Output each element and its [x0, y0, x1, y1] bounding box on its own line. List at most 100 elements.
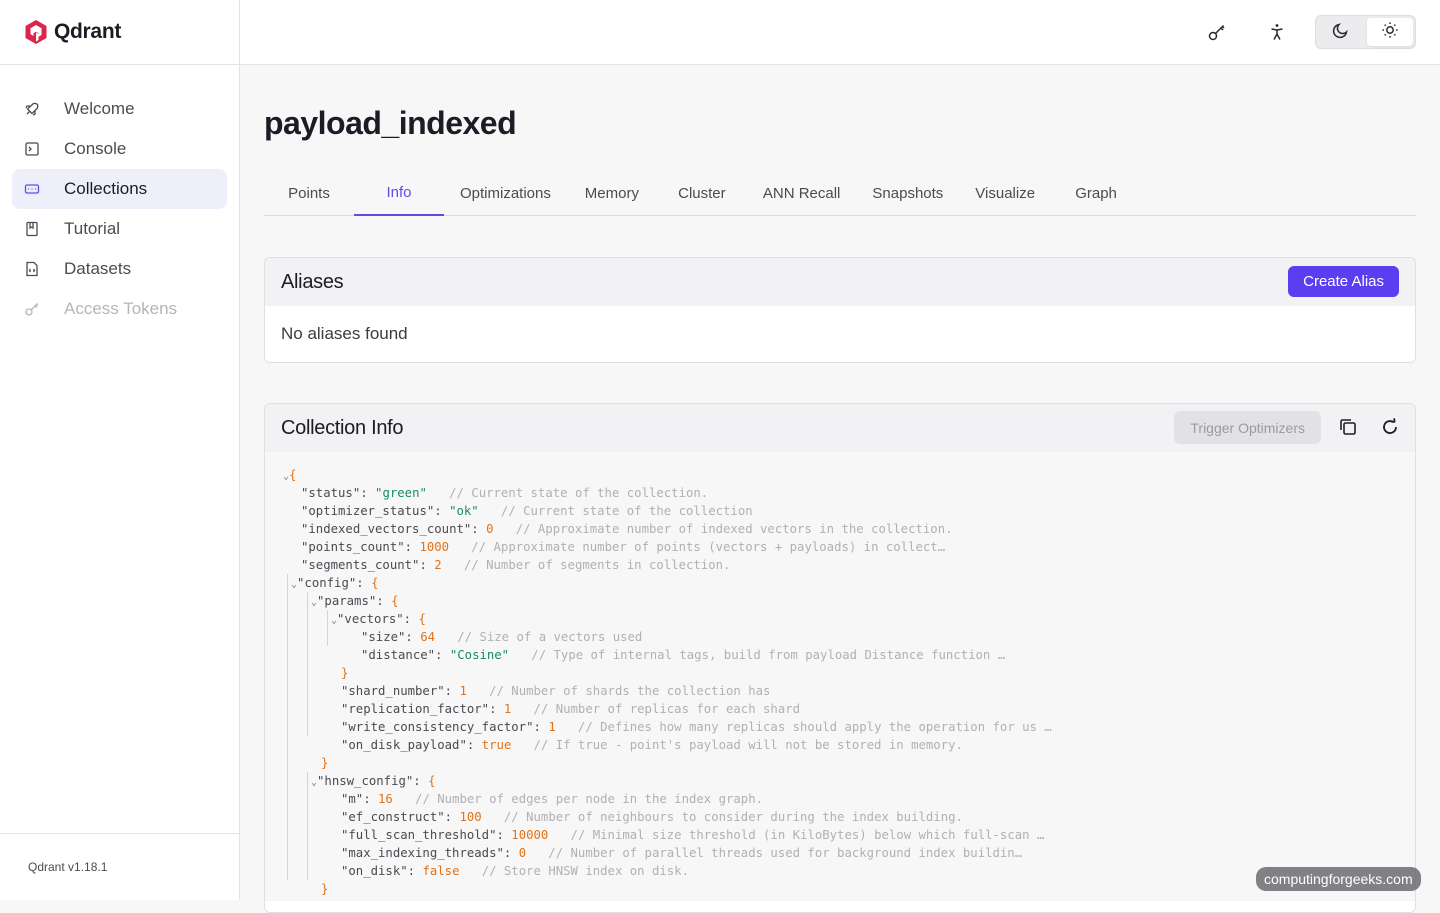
- tab-points[interactable]: Points: [264, 170, 354, 216]
- json-indent-guide: [287, 574, 288, 880]
- tab-cluster[interactable]: Cluster: [657, 170, 747, 216]
- json-token: "ok": [449, 504, 479, 518]
- json-comment: // Size of a vectors used: [435, 630, 643, 644]
- refresh-icon[interactable]: [1379, 416, 1401, 438]
- topbar: [240, 0, 1440, 65]
- json-token: {: [428, 774, 436, 788]
- json-token: "params": [317, 594, 377, 608]
- aliases-card: Aliases Create Alias No aliases found: [264, 257, 1416, 363]
- json-line: }: [283, 664, 1415, 682]
- json-line[interactable]: ⌄"params": {: [283, 592, 1415, 610]
- json-line: "status": "green" // Current state of th…: [283, 484, 1415, 502]
- json-token: :: [444, 810, 460, 824]
- key-icon[interactable]: [1205, 20, 1229, 44]
- json-token: :: [413, 774, 429, 788]
- tab-memory[interactable]: Memory: [567, 170, 657, 216]
- create-alias-button[interactable]: Create Alias: [1288, 266, 1399, 297]
- json-token: {: [418, 612, 426, 626]
- json-token: 0: [486, 522, 494, 536]
- sun-icon: [1381, 21, 1399, 44]
- json-token: :: [405, 630, 421, 644]
- json-token: 2: [434, 558, 442, 572]
- json-token: "segments_count": [301, 558, 420, 572]
- sidebar-item-welcome[interactable]: Welcome: [12, 89, 227, 129]
- json-token: "full_scan_threshold": [341, 828, 497, 842]
- dark-mode-button[interactable]: [1318, 18, 1365, 46]
- json-token: 0: [518, 846, 527, 860]
- dataset-file-icon: [24, 261, 40, 277]
- json-comment: // Current state of the collection.: [426, 486, 709, 500]
- sidebar-item-tutorial[interactable]: Tutorial: [12, 209, 227, 249]
- json-line[interactable]: ⌄"hnsw_config": {: [283, 772, 1415, 790]
- sidebar-item-access-tokens[interactable]: Access Tokens: [12, 289, 227, 329]
- json-line: "size": 64 // Size of a vectors used: [283, 628, 1415, 646]
- tab-bar: Points Info Optimizations Memory Cluster…: [264, 170, 1416, 216]
- json-token: "ef_construct": [341, 810, 445, 824]
- json-token: :: [434, 504, 450, 518]
- tab-visualize[interactable]: Visualize: [959, 170, 1051, 216]
- json-indent-guide: [327, 610, 328, 646]
- json-token: "hnsw_config": [317, 774, 414, 788]
- json-comment: // Number of segments in collection.: [441, 558, 731, 572]
- json-comment: // If true - point's payload will not be…: [511, 738, 963, 752]
- key-icon: [24, 301, 40, 317]
- json-line[interactable]: ⌄{: [283, 466, 1415, 484]
- json-token: :: [407, 864, 423, 878]
- trigger-optimizers-button[interactable]: Trigger Optimizers: [1174, 411, 1321, 444]
- sidebar: Qdrant Welcome Console Collections Tutor…: [0, 0, 240, 900]
- tab-info[interactable]: Info: [354, 170, 444, 216]
- json-line: "replication_factor": 1 // Number of rep…: [283, 700, 1415, 718]
- json-comment: // Defines how many replicas should appl…: [555, 720, 1052, 734]
- json-token: :: [356, 576, 372, 590]
- light-mode-button[interactable]: [1366, 18, 1413, 46]
- sidebar-item-label: Collections: [64, 179, 148, 198]
- json-token: "Cosine": [449, 648, 510, 662]
- json-line: "distance": "Cosine" // Type of internal…: [283, 646, 1415, 664]
- json-token: 10000: [511, 828, 549, 842]
- no-aliases-text: No aliases found: [281, 324, 408, 343]
- json-token: "vectors": [337, 612, 404, 626]
- tab-graph[interactable]: Graph: [1051, 170, 1141, 216]
- json-token: :: [360, 486, 376, 500]
- theme-toggle[interactable]: [1315, 15, 1416, 49]
- aliases-title: Aliases: [281, 270, 344, 293]
- watermark: computingforgeeks.com: [1256, 867, 1421, 891]
- json-comment: // Approximate number of points (vectors…: [449, 540, 946, 554]
- json-line: }: [283, 880, 1415, 898]
- accessibility-icon[interactable]: [1265, 20, 1289, 44]
- json-token: :: [403, 612, 419, 626]
- json-line: }: [283, 754, 1415, 772]
- tab-ann-recall[interactable]: ANN Recall: [747, 170, 857, 216]
- json-token: {: [289, 468, 297, 482]
- brand[interactable]: Qdrant: [0, 0, 239, 65]
- json-comment: // Number of replicas for each shard: [511, 702, 801, 716]
- json-line: "shard_number": 1 // Number of shards th…: [283, 682, 1415, 700]
- json-comment: // Number of neighbours to consider duri…: [481, 810, 963, 824]
- json-comment: // Number of parallel threads used for b…: [526, 846, 1023, 860]
- json-line: "m": 16 // Number of edges per node in t…: [283, 790, 1415, 808]
- tab-snapshots[interactable]: Snapshots: [856, 170, 959, 216]
- sidebar-item-console[interactable]: Console: [12, 129, 227, 169]
- sidebar-item-datasets[interactable]: Datasets: [12, 249, 227, 289]
- copy-icon[interactable]: [1337, 416, 1359, 438]
- collection-info-card: Collection Info Trigger Optimizers ⌄{"st…: [264, 403, 1416, 913]
- sidebar-item-label: Datasets: [64, 259, 132, 278]
- json-token: "on_disk": [341, 864, 408, 878]
- json-token: false: [422, 864, 460, 878]
- json-token: "on_disk_payload": [341, 738, 467, 752]
- json-line: "segments_count": 2 // Number of segment…: [283, 556, 1415, 574]
- tab-optimizations[interactable]: Optimizations: [444, 170, 567, 216]
- json-token: "distance": [361, 648, 436, 662]
- json-token: {: [391, 594, 399, 608]
- terminal-icon: [24, 141, 40, 157]
- json-token: 1: [459, 684, 467, 698]
- qdrant-logo-icon: [24, 19, 48, 45]
- version-label: Qdrant v1.18.1: [0, 833, 239, 900]
- json-token: :: [471, 522, 487, 536]
- json-line[interactable]: ⌄"vectors": {: [283, 610, 1415, 628]
- json-line[interactable]: ⌄"config": {: [283, 574, 1415, 592]
- sidebar-item-collections[interactable]: Collections: [12, 169, 227, 209]
- brand-name: Qdrant: [54, 20, 122, 43]
- json-token: 64: [420, 630, 436, 644]
- json-token: :: [435, 648, 450, 662]
